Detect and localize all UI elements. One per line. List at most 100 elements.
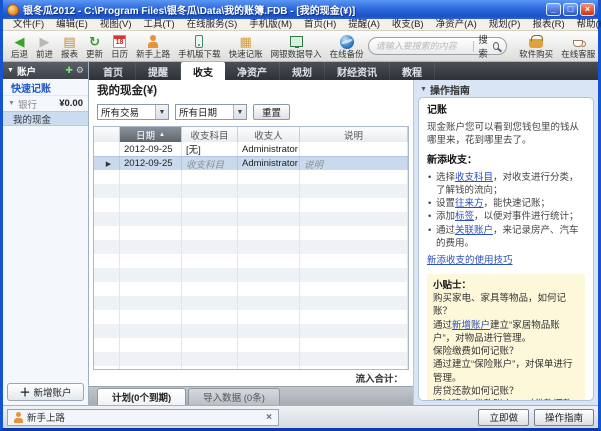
counterparty-link[interactable]: 往来方 [455,198,484,209]
update-button[interactable]: ↻ 更新 [82,31,107,61]
linked-accounts-link[interactable]: 关联账户 [455,225,493,236]
page-title: 我的现金(¥) [89,80,413,100]
table-empty-row [94,310,408,324]
menu-planning[interactable]: 规划(P) [483,19,527,31]
gear-icon[interactable]: ⚙ [76,65,84,76]
search-icon[interactable] [493,42,499,50]
category-link[interactable]: 收支科目 [455,172,493,183]
tab-tutorial[interactable]: 教程 [390,62,435,80]
back-button[interactable]: ◀ 后退 [7,31,32,61]
cell-memo [300,142,408,156]
quick-bookkeeping-button[interactable]: ▦ 快速记账 [225,31,267,61]
group-caret-icon[interactable]: ▼ [8,100,15,107]
sidebar-group-bank[interactable]: ▼ 银行 ¥0.00 [3,96,88,111]
main-tab-bar: 首页 提醒 收支 净资产 规划 财经资讯 教程 [89,62,598,80]
collapse-caret-icon[interactable]: ▼ [7,67,14,74]
table-row[interactable]: 2012-09-25 [无] Administrator [94,142,408,156]
novice-guide-button[interactable]: 新手上路 [132,31,174,61]
software-purchase-button[interactable]: 软件购买 [515,31,557,61]
tab-net-assets[interactable]: 净资产 [225,62,280,80]
add-icon[interactable]: ✚ [65,65,73,76]
globe-icon [340,35,354,49]
chevron-down-icon: ▼ [233,105,246,119]
close-button[interactable]: × [580,3,595,16]
online-backup-button[interactable]: 在线备份 [326,31,368,61]
menu-mobile[interactable]: 手机版(M) [243,19,298,31]
collapse-caret-icon[interactable]: ▼ [420,86,427,93]
menu-edit[interactable]: 编辑(E) [50,19,94,31]
sidebar-header-label: 账户 [17,64,36,78]
sidebar-quick-bookkeeping-link[interactable]: 快速记账 [3,79,88,96]
cell-memo-placeholder[interactable]: 说明 [300,157,408,170]
minimize-button[interactable]: _ [546,3,561,16]
cell-category-placeholder[interactable]: 收支科目 [182,157,238,170]
chevron-down-icon: ▼ [155,105,168,119]
table-empty-row [94,170,408,184]
guide-section-new-entry: 新添收支： [427,154,585,168]
guide-bullet: 添加标签，以便对事件进行统计； [427,210,585,223]
menu-net-assets[interactable]: 净资产(A) [430,19,483,31]
notebook-icon: ▦ [239,34,251,50]
back-arrow-icon: ◀ [15,35,25,48]
phone-icon [195,35,203,48]
menu-income-expense[interactable]: 收支(B) [386,19,430,31]
menu-reminder[interactable]: 提醒(A) [342,19,386,31]
group-amount: ¥0.00 [59,98,83,109]
bank-import-button[interactable]: 网银数据导入 [267,31,326,61]
window-title: 银冬瓜2012 - C:\Program Files\银冬瓜\Data\我的账簿… [23,2,546,17]
cell-date: 2012-09-25 [120,142,182,156]
column-header-person[interactable]: 收支人 [238,127,300,142]
new-account-link[interactable]: 新增账户 [452,320,490,331]
selector-column-header [94,127,120,142]
date-filter-select[interactable]: 所有日期 ▼ [175,104,247,120]
close-icon[interactable]: × [266,412,272,423]
tab-reminder[interactable]: 提醒 [136,62,181,80]
guide-bullet: 设置往来方，能快速记账； [427,197,585,210]
column-header-memo[interactable]: 说明 [300,127,408,142]
menu-view[interactable]: 视图(V) [94,19,138,31]
tab-income-expense[interactable]: 收支 [181,62,225,80]
menu-help[interactable]: 帮助(H) [571,19,601,31]
maximize-button[interactable]: □ [563,3,578,16]
tags-link[interactable]: 标签 [455,211,474,222]
tab-import-data[interactable]: 导入数据 (0条) [188,388,280,405]
table-empty-row [94,282,408,296]
column-header-date[interactable]: 日期 ▲ [120,127,182,142]
filter-bar: 所有交易 ▼ 所有日期 ▼ 重置 [89,100,413,124]
column-header-category[interactable]: 收支科目 [182,127,238,142]
reset-button[interactable]: 重置 [253,104,290,120]
mobile-download-button[interactable]: 手机版下载 [174,31,225,61]
menu-file[interactable]: 文件(F) [7,19,50,31]
tab-financial-news[interactable]: 财经资讯 [325,62,390,80]
search-input[interactable] [376,41,468,51]
do-now-button[interactable]: 立即做 [478,409,529,426]
coffee-cup-icon [573,40,583,47]
sidebar-item-my-cash[interactable]: 我的现金 [3,111,88,126]
forward-button[interactable]: ▶ 前进 [32,31,57,61]
table-empty-row [94,240,408,254]
tab-planning[interactable]: 规划 [280,62,325,80]
accounts-sidebar: ▼ 账户 ✚ ⚙ 快速记账 ▼ 银行 ¥0.00 我的现金 ＋ 新增账户 [3,62,89,405]
cart-icon [529,39,543,48]
table-empty-row [94,268,408,282]
guide-bullet: 通过关联账户，来记录房产、汽车的费用。 [427,224,585,251]
app-logo-icon [7,4,19,16]
calendar-button[interactable]: 18 日历 [107,31,132,61]
transaction-filter-select[interactable]: 所有交易 ▼ [97,104,169,120]
menu-tools[interactable]: 工具(T) [137,19,180,31]
table-empty-row [94,212,408,226]
guide-section-bookkeeping: 记账 [427,104,585,118]
tab-plans[interactable]: 计划(0个到期) [97,388,186,405]
new-account-button[interactable]: ＋ 新增账户 [7,383,84,401]
tips-title: 小贴士： [433,279,579,292]
online-support-button[interactable]: 在线客服 [557,31,599,61]
operation-guide-button[interactable]: 操作指南 [534,409,594,426]
search-button[interactable]: 搜索 [478,32,490,60]
tab-home[interactable]: 首页 [91,62,136,80]
table-row-selected[interactable]: ▶ 2012-09-25 收支科目 Administrator 说明 [94,156,408,170]
menu-online-services[interactable]: 在线服务(S) [181,19,244,31]
menu-home[interactable]: 首页(H) [298,19,342,31]
usage-tips-link[interactable]: 新添收支的使用技巧 [427,254,585,267]
reports-button[interactable]: ▤ 报表 [57,31,82,61]
menu-reports[interactable]: 报表(R) [526,19,570,31]
